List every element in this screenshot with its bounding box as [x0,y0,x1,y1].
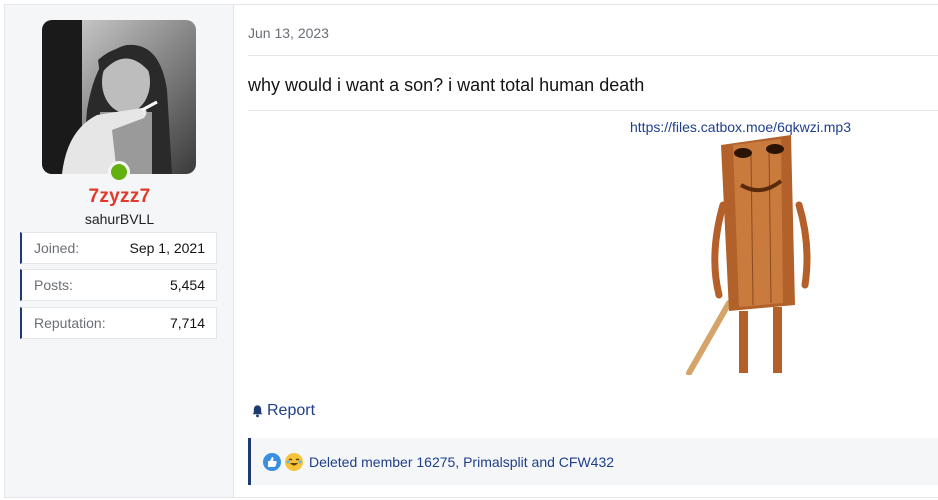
post-date[interactable]: Jun 13, 2023 [248,25,329,41]
divider [248,110,938,111]
stat-joined: Joined: Sep 1, 2021 [20,232,217,264]
post-message: why would i want a son? i want total hum… [248,75,645,95]
post-image[interactable] [681,135,815,375]
post-container: 7zyzz7 sahurBVLL Joined: Sep 1, 2021 Pos… [4,4,938,498]
username[interactable]: 7zyzz7 [5,186,234,208]
reactions-list[interactable]: Deleted member 16275, Primalsplit and CF… [309,454,614,470]
stat-value: Sep 1, 2021 [129,240,205,256]
stat-value: 7,714 [169,315,205,331]
divider [248,55,938,56]
user-title: sahurBVLL [84,211,155,227]
report-button[interactable]: Report [251,402,315,420]
attachment-link[interactable]: https://files.catbox.moe/6qkwzi.mp3 [630,119,851,135]
stat-label: Posts: [34,277,73,293]
user-info-column: 7zyzz7 sahurBVLL Joined: Sep 1, 2021 Pos… [5,5,234,497]
bell-icon [252,405,263,418]
like-icon [263,452,281,471]
reactions-bar[interactable]: Deleted member 16275, Primalsplit and CF… [248,438,938,485]
stat-posts: Posts: 5,454 [20,269,217,301]
online-status-indicator [108,161,130,183]
avatar-container[interactable] [42,20,196,183]
stat-reputation: Reputation: 7,714 [20,307,217,339]
avatar[interactable] [42,20,196,174]
report-label: Report [267,402,316,419]
laugh-icon [285,452,303,471]
stat-value[interactable]: 5,454 [170,277,205,293]
stat-label: Reputation: [34,315,106,331]
stat-label: Joined: [34,240,80,256]
